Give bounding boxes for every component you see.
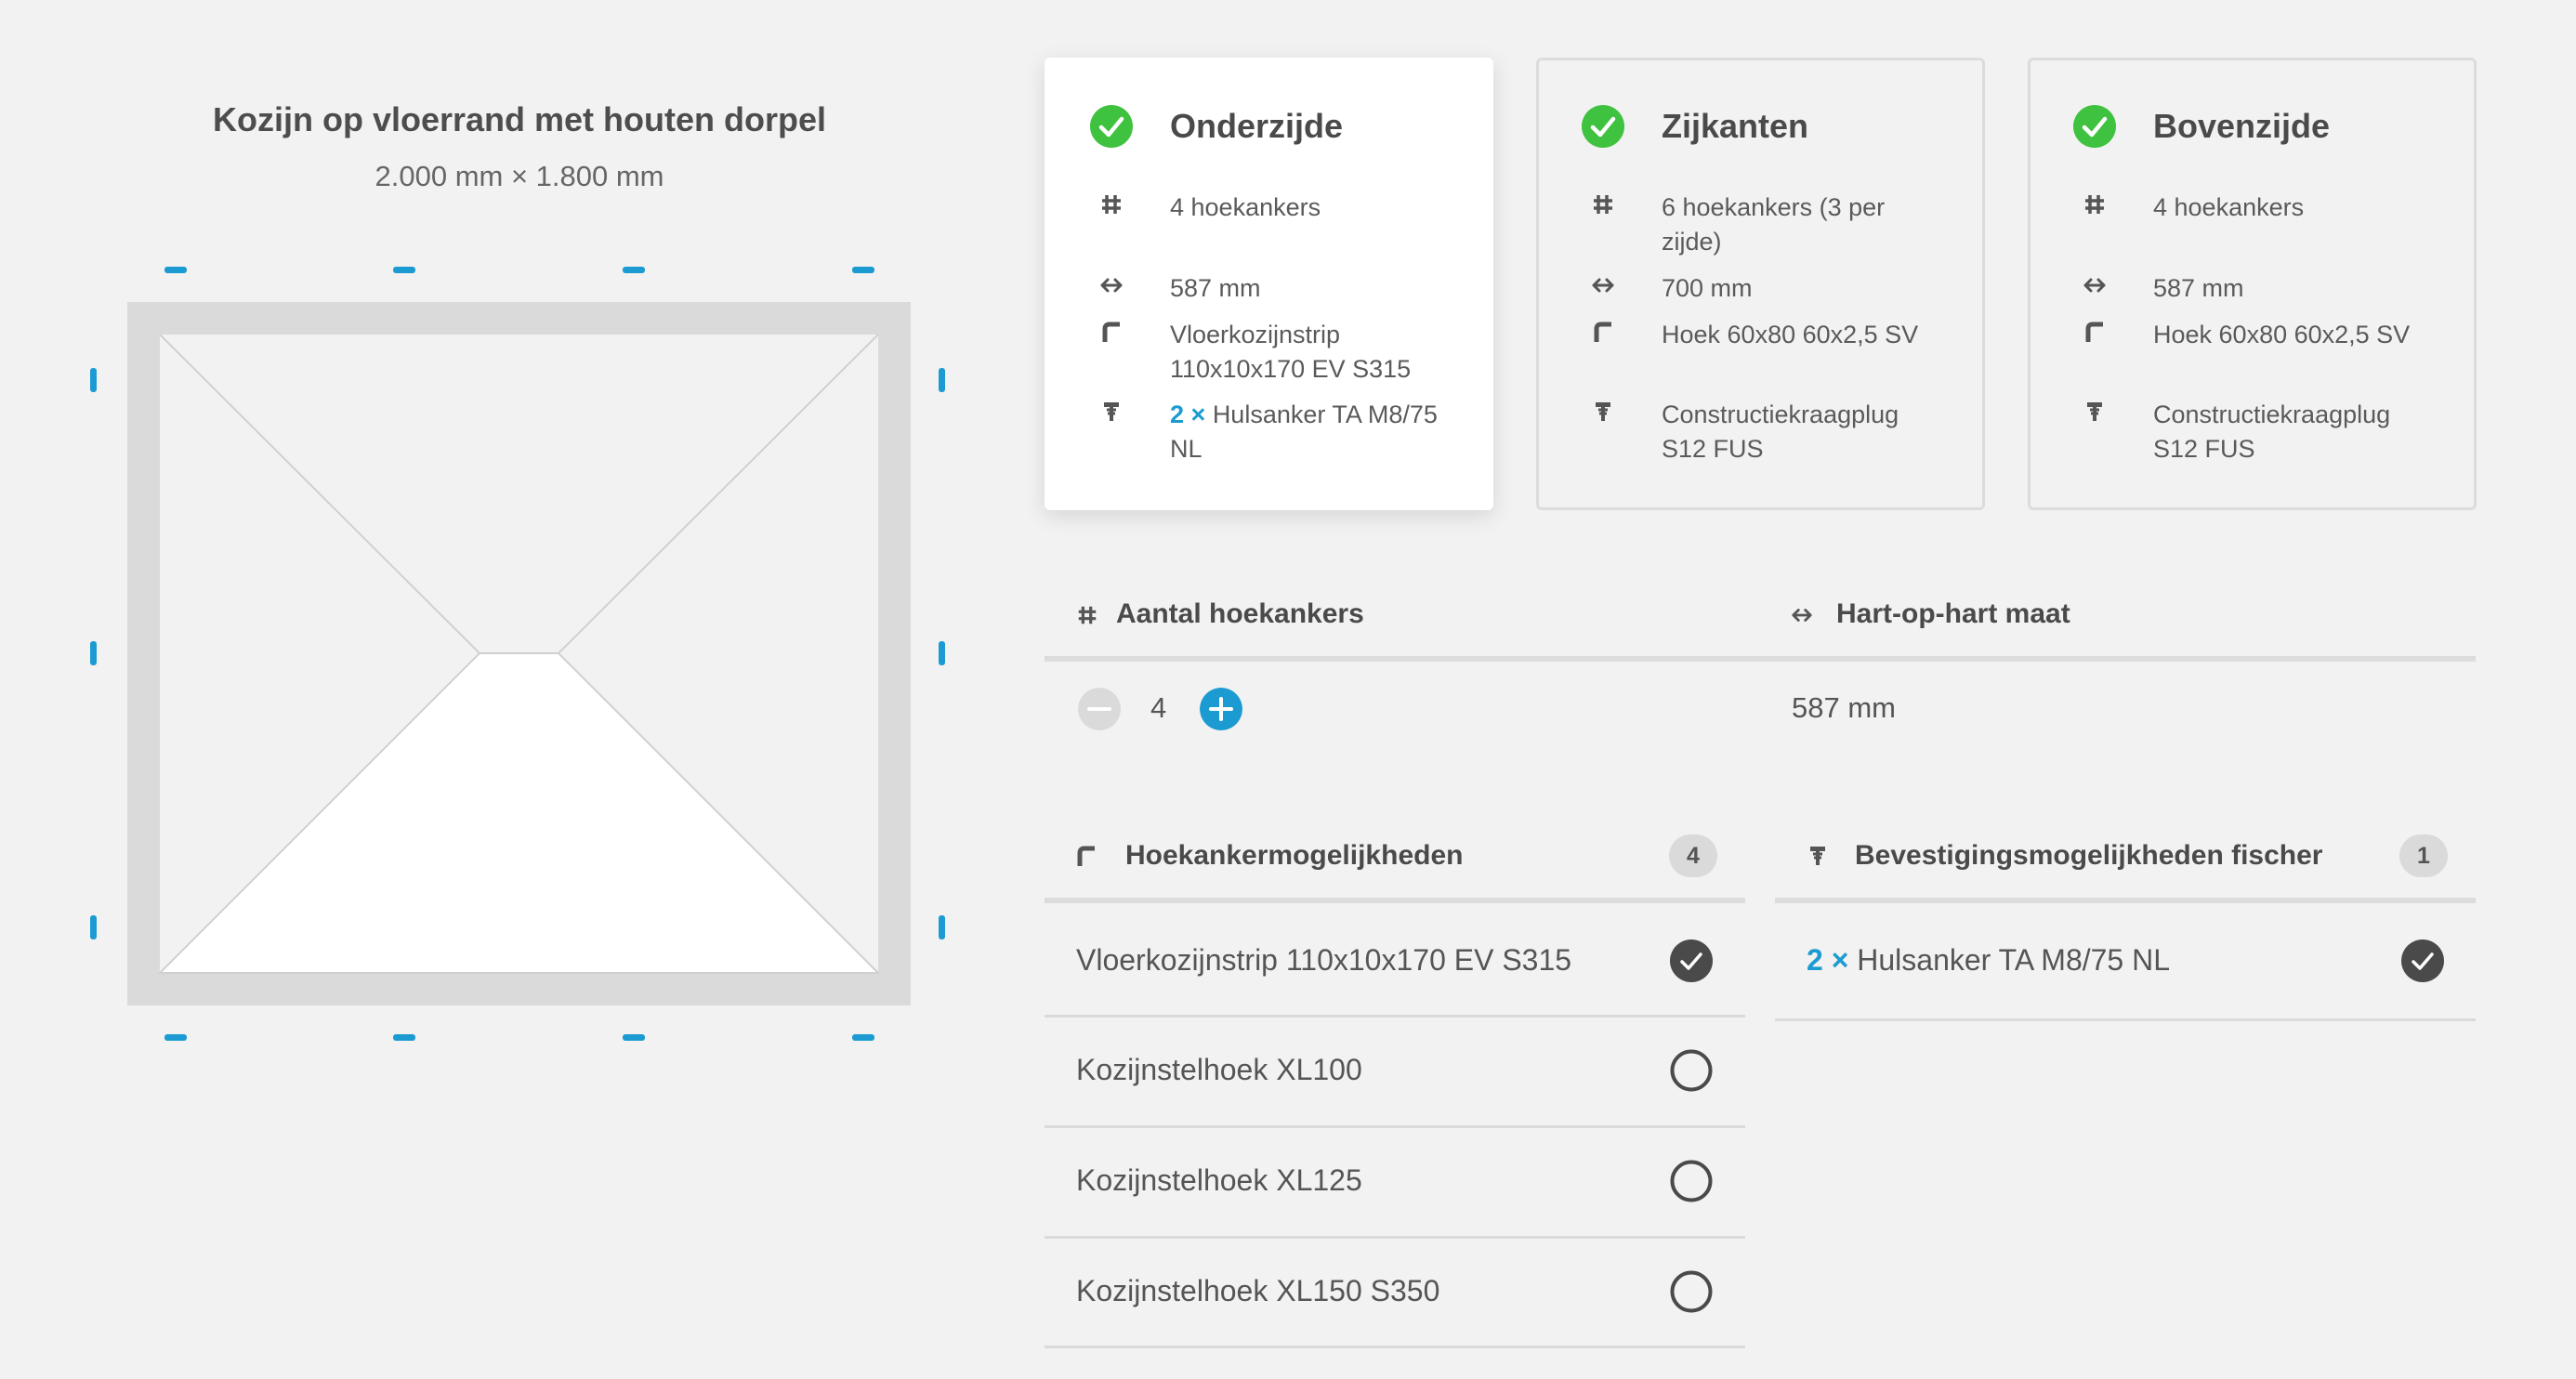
check-circle-icon (1582, 105, 1624, 148)
frame-title: Kozijn op vloerrand met houten dorpel (212, 100, 827, 138)
card-spacing: 587 mm (2153, 274, 2244, 302)
anchor-options-heading: Hoekankermogelijkheden (1125, 840, 1464, 871)
anchor-count-value: 4 (1150, 691, 1167, 724)
card-spacing: 587 mm (1170, 274, 1261, 302)
hash-icon (2085, 195, 2104, 214)
divider (1775, 1018, 2476, 1021)
angle-bracket-icon (1077, 846, 1095, 866)
anchor-marker-top (393, 267, 415, 273)
anchor-marker-right (939, 641, 945, 665)
card-fixing: Constructiekraagplug S12 FUS (2153, 401, 2391, 463)
card-anchor: Hoek 60x80 60x2,5 SV (2153, 321, 2411, 348)
hash-icon (1078, 606, 1097, 624)
plus-circle-icon[interactable] (1200, 688, 1242, 730)
anchor-option-label: Kozijnstelhoek XL150 S350 (1076, 1274, 1440, 1307)
angle-bracket-icon (1594, 322, 1611, 342)
card-title: Onderzijde (1170, 107, 1344, 145)
card-fixing: 2 × Hulsanker TA M8/75 NL (1170, 398, 1467, 466)
divider (1045, 898, 1745, 903)
minus-circle-icon[interactable] (1078, 688, 1121, 730)
fixing-name: Hulsanker TA M8/75 NL (1857, 943, 2171, 977)
fixing-name: Hulsanker TA M8/75 NL (1170, 401, 1438, 463)
card-anchor: Vloerkozijnstrip 110x10x170 EV S315 (1170, 321, 1412, 383)
fixing-options-heading: Bevestigingsmogelijkheden fischer (1855, 840, 2323, 871)
check-circle-icon (2073, 105, 2116, 148)
card-title: Bovenzijde (2153, 107, 2331, 145)
anchor-marker-left (90, 641, 97, 665)
anchor-marker-bottom (852, 1034, 874, 1041)
angle-bracket-icon (1102, 322, 1120, 342)
empty-circle-icon[interactable] (1670, 1049, 1713, 1092)
anchor-marker-top (164, 267, 187, 273)
anchor-marker-top (623, 267, 645, 273)
fixing-option-label: 2 × Hulsanker TA M8/75 NL (1807, 943, 2170, 978)
anchor-marker-right (939, 915, 945, 939)
double-arrow-icon (2083, 278, 2106, 293)
spacing-value: 587 mm (1792, 691, 1896, 724)
hash-icon (1102, 195, 1121, 214)
anchor-bolt-icon (1596, 402, 1610, 421)
anchor-options-count-badge: 4 (1669, 834, 1717, 877)
anchor-option-label: Vloerkozijnstrip 110x10x170 EV S315 (1076, 943, 1572, 977)
anchor-bolt-icon (2087, 402, 2102, 421)
fixing-quantity: 2 × (1807, 943, 1849, 977)
side-card-bovenzijde[interactable]: Bovenzijde 4 hoekankers 587 mm Hoek 60x8… (2028, 58, 2477, 510)
frame-diagram (90, 267, 945, 1041)
anchor-marker-bottom (164, 1034, 187, 1041)
spacing-heading: Hart-op-hart maat (1836, 598, 2070, 629)
card-count: 4 hoekankers (1170, 193, 1321, 221)
double-arrow-icon (1100, 278, 1123, 293)
angle-bracket-icon (2085, 322, 2103, 342)
card-spacing: 700 mm (1662, 274, 1753, 302)
checked-circle-icon[interactable] (2401, 939, 2444, 982)
anchor-marker-bottom (393, 1034, 415, 1041)
card-count: 4 hoekankers (2153, 193, 2305, 221)
hash-icon (1594, 195, 1612, 214)
empty-circle-icon[interactable] (1670, 1270, 1713, 1313)
side-card-onderzijde[interactable]: Onderzijde 4 hoekankers 587 mm Vloerkozi… (1045, 58, 1493, 510)
divider (1045, 1346, 1745, 1348)
divider (1045, 1125, 1745, 1128)
anchor-option-label: Kozijnstelhoek XL100 (1076, 1053, 1362, 1086)
card-title: Zijkanten (1662, 107, 1809, 145)
divider (1045, 656, 2476, 662)
divider (1775, 898, 2476, 903)
empty-circle-icon[interactable] (1670, 1160, 1713, 1202)
fixing-quantity: 2 × (1170, 401, 1206, 428)
anchor-marker-top (852, 267, 874, 273)
anchor-marker-left (90, 368, 97, 392)
anchor-marker-bottom (623, 1034, 645, 1041)
anchor-bolt-icon (1104, 402, 1119, 421)
check-circle-icon (1090, 105, 1133, 148)
anchor-marker-right (939, 368, 945, 392)
card-anchor: Hoek 60x80 60x2,5 SV (1662, 321, 1919, 348)
anchor-count-heading: Aantal hoekankers (1116, 598, 1364, 629)
anchor-marker-left (90, 915, 97, 939)
card-count: 6 hoekankers (3 per zijde) (1662, 193, 1886, 256)
fixing-options-count-badge: 1 (2399, 834, 2448, 877)
side-card-zijkanten[interactable]: Zijkanten 6 hoekankers (3 per zijde) 700… (1536, 58, 1985, 510)
double-arrow-icon (1592, 278, 1614, 293)
frame-dimensions: 2.000 mm × 1.800 mm (375, 160, 664, 192)
double-arrow-icon (1792, 609, 1812, 622)
checked-circle-icon[interactable] (1670, 939, 1713, 982)
divider (1045, 1236, 1745, 1239)
anchor-bolt-icon (1810, 847, 1825, 865)
divider (1045, 1015, 1745, 1018)
anchor-option-label: Kozijnstelhoek XL125 (1076, 1163, 1362, 1197)
card-fixing: Constructiekraagplug S12 FUS (1662, 401, 1899, 463)
